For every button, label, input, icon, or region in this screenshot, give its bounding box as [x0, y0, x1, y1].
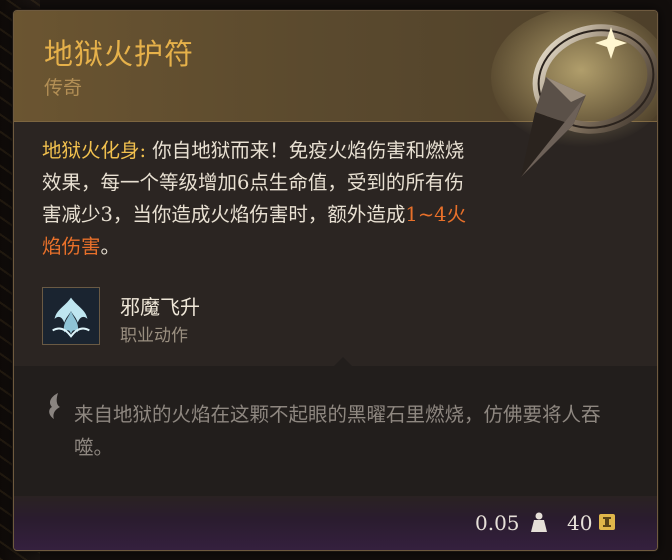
action-name: 邪魔飞升 [120, 295, 200, 319]
passive-name: 地狱火化身: [42, 139, 147, 162]
passive-keyword: 燃烧 [425, 139, 465, 162]
item-tooltip: 地狱火护符 传奇 地狱火化身: 你自地狱而来！免疫火焰伤害和燃烧效果，每一个等级… [13, 10, 658, 551]
passive-text-1: 你自地狱而来！免疫火焰伤害和 [146, 139, 426, 162]
item-weight: 0.05 [475, 511, 520, 535]
flavor-text: 来自地狱的火焰在这颗不起眼的黑曜石里燃烧，仿佛要将人吞噬。 [74, 403, 601, 459]
section-divider-notch [334, 357, 352, 366]
passive-text-3: 。 [100, 235, 121, 258]
amulet-image [491, 11, 657, 177]
action-type: 职业动作 [120, 326, 188, 346]
tooltip-footer: 0.05 40 [14, 496, 657, 550]
passive-text-2: 效果，每一个等级增加6点生命值，受到的所有伤害减少3，当你造成火焰伤害时，额外造… [42, 171, 464, 226]
flavor-section: 来自地狱的火焰在这颗不起眼的黑曜石里燃烧，仿佛要将人吞噬。 [14, 357, 657, 496]
class-action-entry[interactable]: 邪魔飞升 职业动作 [42, 287, 342, 347]
item-name: 地狱火护符 [44, 37, 195, 71]
gold-coin-icon [599, 514, 615, 530]
item-rarity: 传奇 [44, 77, 83, 99]
passive-description: 地狱火化身: 你自地狱而来！免疫火焰伤害和燃烧效果，每一个等级增加6点生命值，受… [42, 135, 472, 263]
item-price: 40 [567, 511, 593, 535]
infernal-ascension-icon [42, 287, 100, 345]
weight-icon [531, 512, 547, 532]
quill-icon [49, 393, 60, 419]
